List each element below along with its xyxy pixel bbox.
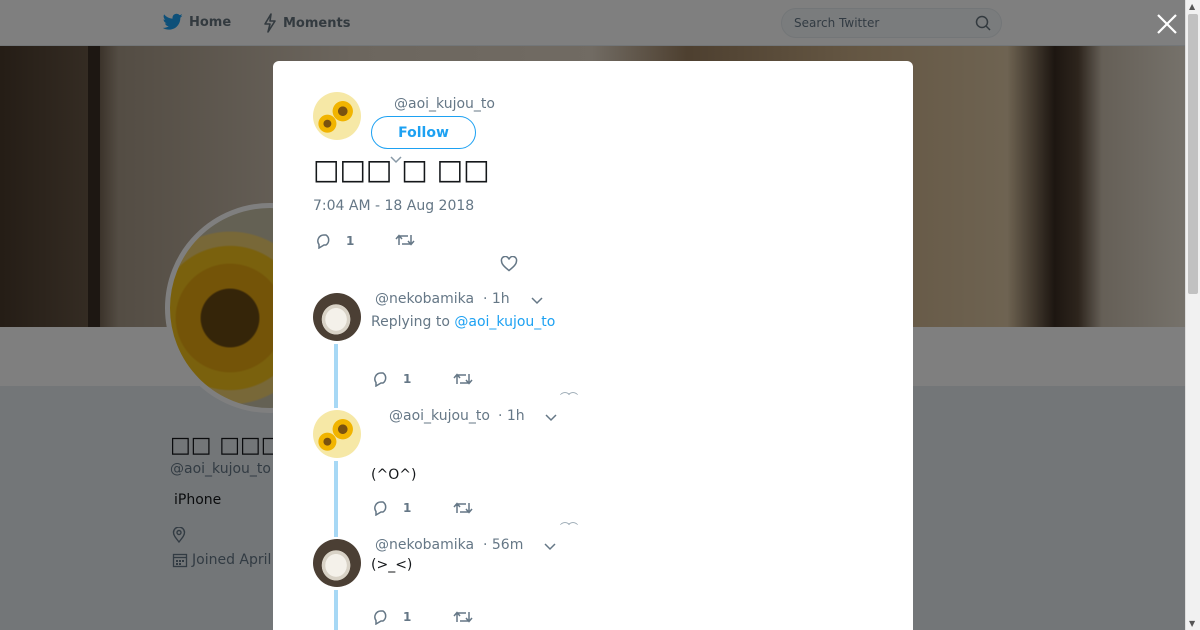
chevron-down-icon[interactable] — [545, 414, 557, 422]
retweet-icon — [453, 502, 473, 514]
reply-handle[interactable]: @aoi_kujou_to — [389, 408, 490, 424]
reply-time[interactable]: · 1h — [498, 408, 525, 424]
reply-text: (^O^) — [371, 467, 417, 483]
thread-line — [334, 344, 338, 408]
reply-count: 1 — [403, 610, 412, 624]
more-replies-indicator: ⌒⌒ — [560, 393, 578, 404]
tweet-timestamp[interactable]: 7:04 AM - 18 Aug 2018 — [313, 198, 474, 214]
scroll-down-arrow[interactable]: ▼ — [1189, 619, 1195, 628]
scroll-up-arrow[interactable]: ▲ — [1189, 2, 1195, 11]
reply-icon — [374, 501, 387, 516]
retweet-action[interactable] — [453, 610, 485, 624]
retweet-action[interactable] — [453, 501, 485, 515]
retweet-icon — [395, 234, 415, 246]
reply-avatar[interactable] — [313, 539, 361, 587]
reply-count: 1 — [403, 501, 412, 515]
tweet-text: □□□ □ □□ — [313, 153, 490, 186]
scrollbar[interactable]: ▲ ▼ — [1185, 0, 1200, 630]
retweet-action[interactable] — [453, 372, 485, 386]
reply-avatar[interactable] — [313, 293, 361, 341]
reply-icon — [374, 372, 387, 387]
reply-icon — [374, 610, 387, 625]
author-handle[interactable]: @aoi_kujou_to — [394, 96, 495, 112]
scrollbar-thumb[interactable] — [1188, 14, 1198, 294]
reply-count: 1 — [403, 372, 412, 386]
reply-action[interactable]: 1 — [373, 371, 411, 387]
reply-action[interactable]: 1 — [373, 500, 411, 516]
follow-button[interactable]: Follow — [371, 116, 476, 149]
reply-text: (>_<) — [371, 557, 413, 573]
more-replies-indicator: ⌒⌒ — [560, 523, 578, 534]
chevron-down-icon[interactable] — [531, 297, 543, 305]
reply-avatar[interactable] — [313, 410, 361, 458]
reply-time[interactable]: · 56m — [483, 537, 523, 553]
retweet-icon — [453, 373, 473, 385]
reply-action[interactable]: 1 — [316, 233, 354, 249]
reply-handle[interactable]: @nekobamika — [375, 291, 474, 307]
thread-line — [334, 461, 338, 537]
reply-count: 1 — [346, 234, 355, 248]
close-icon[interactable] — [1155, 12, 1179, 36]
tweet-modal: @aoi_kujou_to Follow □□□ □ □□ 7:04 AM - … — [273, 61, 913, 630]
reply-action[interactable]: 1 — [373, 609, 411, 625]
reply-time[interactable]: · 1h — [483, 291, 510, 307]
retweet-icon — [453, 611, 473, 623]
reply-handle[interactable]: @nekobamika — [375, 537, 474, 553]
replying-to-prefix: Replying to — [371, 314, 455, 330]
heart-icon[interactable] — [500, 256, 518, 272]
replying-to: Replying to @aoi_kujou_to — [371, 314, 555, 330]
author-avatar[interactable] — [313, 92, 361, 140]
retweet-action[interactable] — [395, 233, 427, 247]
chevron-down-icon[interactable] — [544, 543, 556, 551]
replying-to-handle[interactable]: @aoi_kujou_to — [454, 314, 555, 330]
thread-line — [334, 590, 338, 630]
reply-icon — [317, 234, 330, 249]
